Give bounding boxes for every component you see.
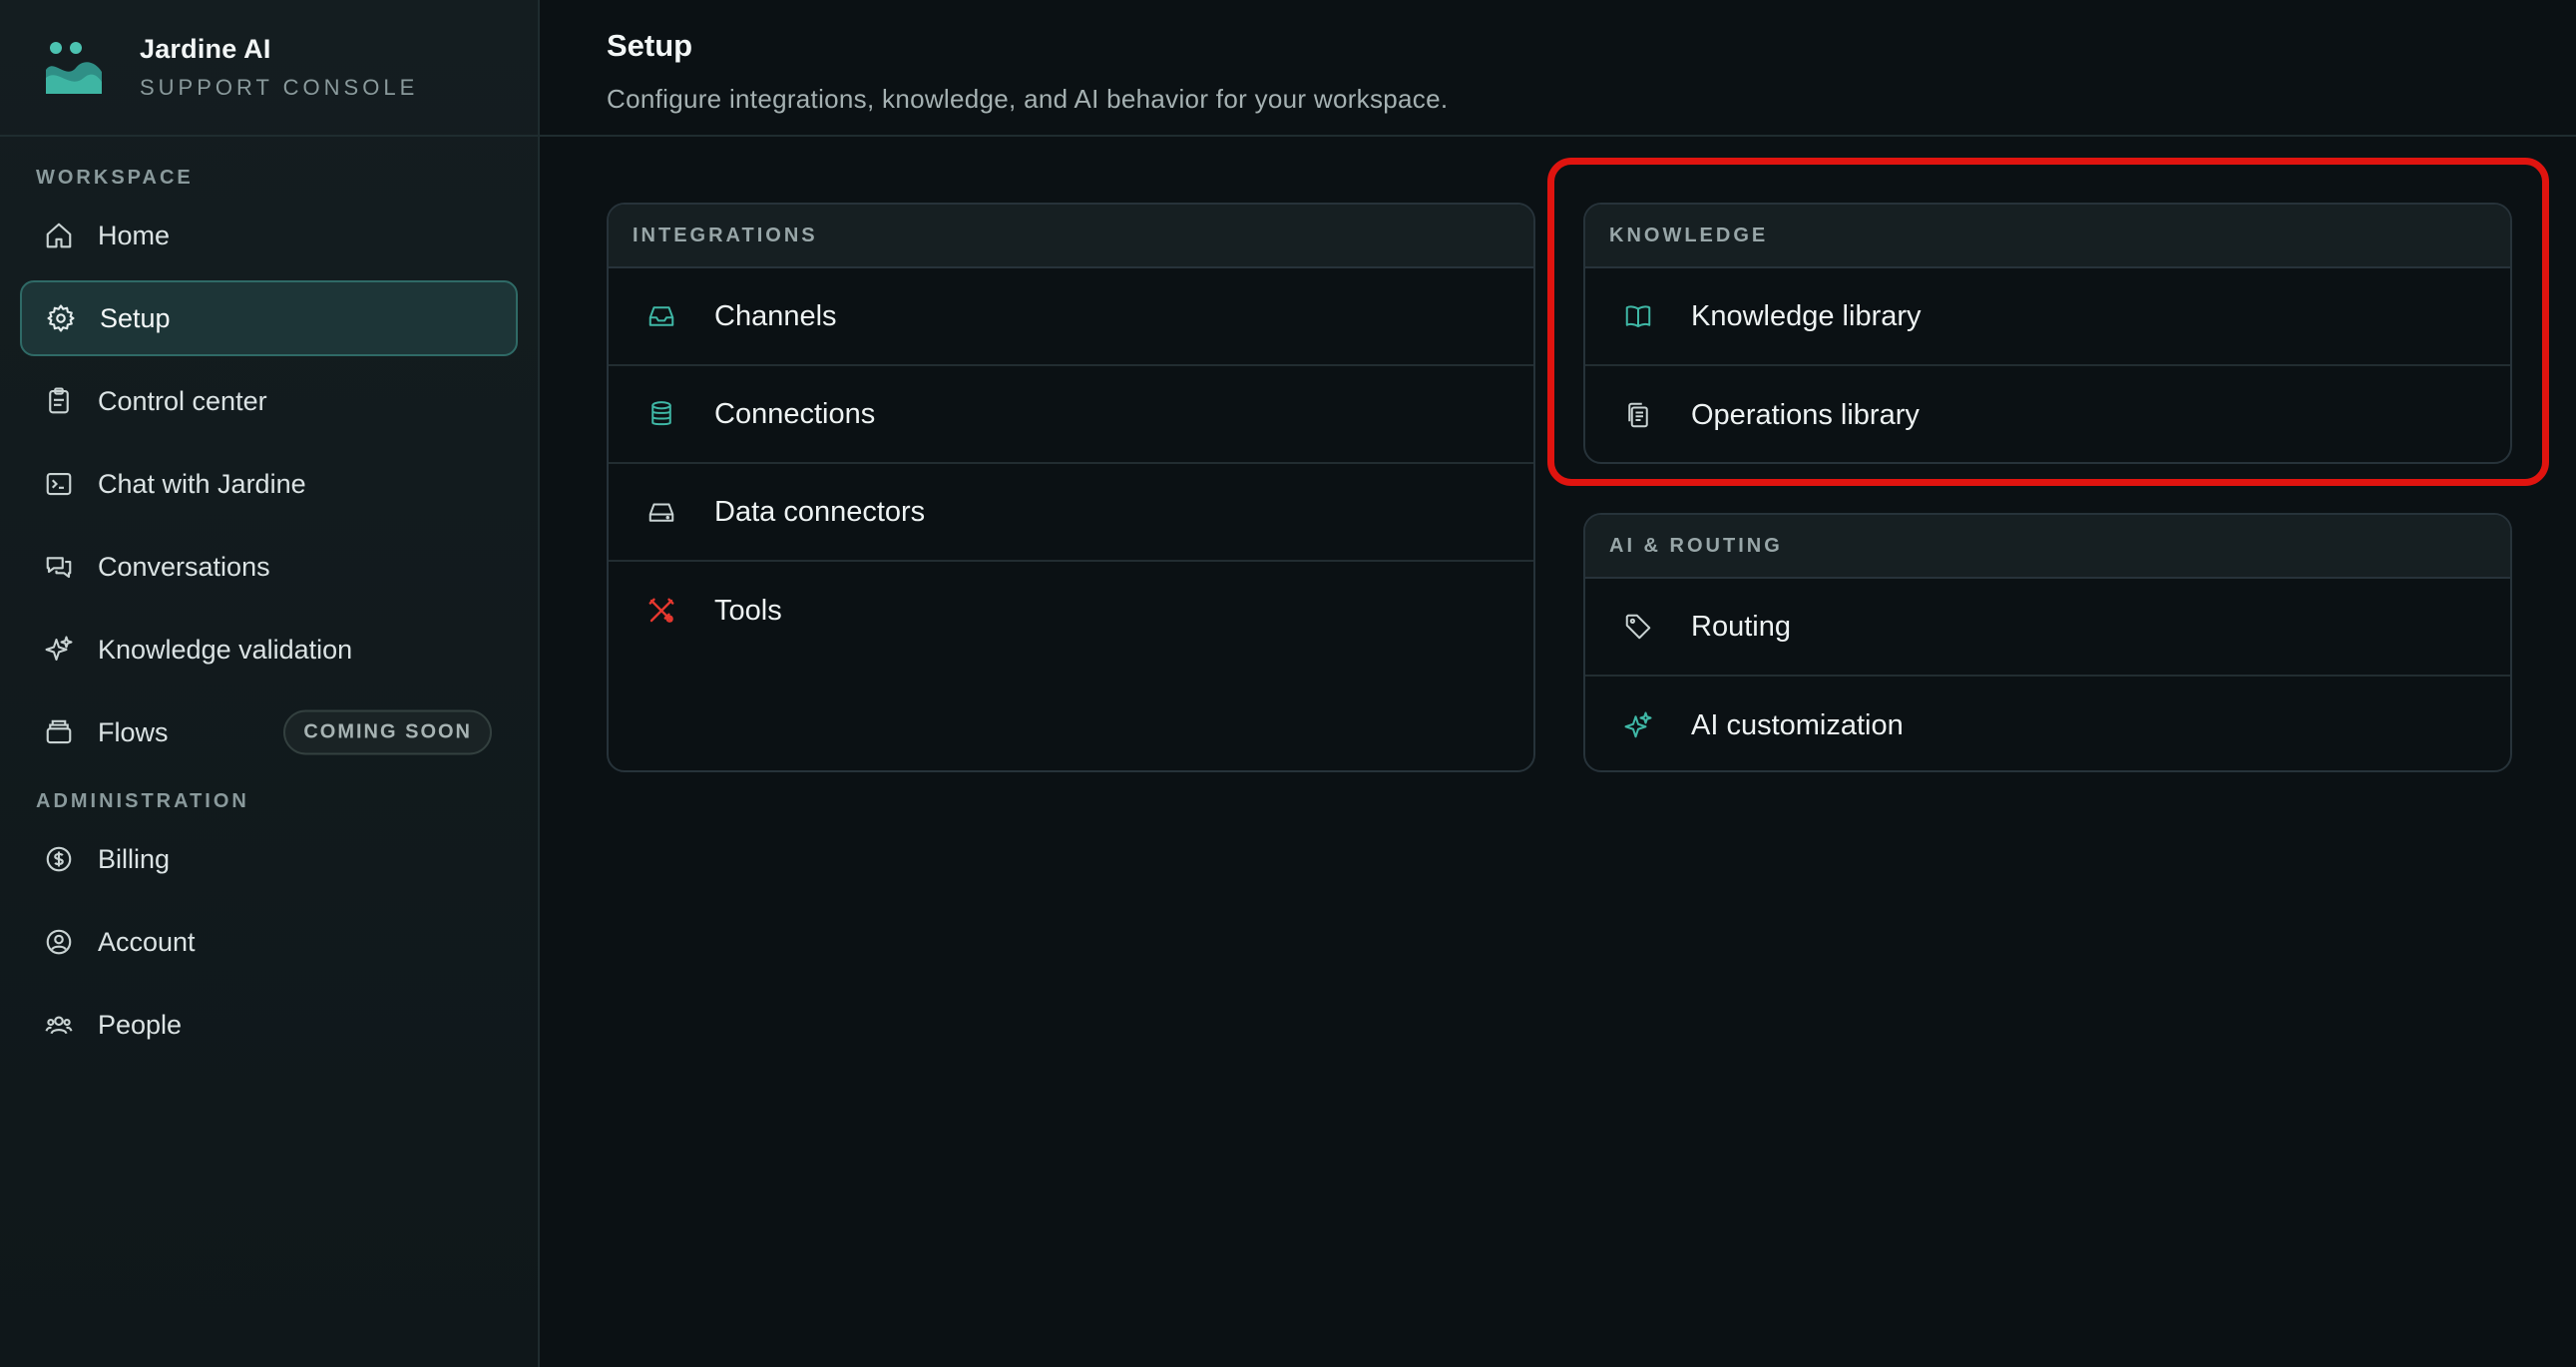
setup-item-label: Tools [714, 594, 782, 627]
setup-item-label: Connections [714, 397, 876, 430]
sidebar-item-account[interactable]: Account [20, 904, 518, 980]
integrations-card: INTEGRATIONS Channels Connections Data c… [607, 203, 1535, 772]
section-label-workspace: WORKSPACE [36, 167, 194, 189]
sidebar-item-label: People [98, 1009, 183, 1040]
chat-bubbles-icon [46, 557, 72, 579]
setup-item-routing[interactable]: Routing [1585, 579, 2510, 677]
page-title: Setup [607, 28, 693, 63]
tools-icon [648, 598, 674, 623]
setup-item-data-connectors[interactable]: Data connectors [609, 464, 1533, 562]
dollar-circle-icon [46, 846, 72, 872]
sidebar-item-label: Home [98, 220, 171, 250]
administration-nav: Billing Account People [0, 821, 538, 1063]
sidebar-item-control-center[interactable]: Control center [20, 363, 518, 439]
card-title: INTEGRATIONS [609, 205, 1533, 268]
gear-icon [47, 304, 75, 332]
inbox-icon [648, 306, 674, 326]
user-circle-icon [46, 929, 72, 955]
card-title: KNOWLEDGE [1585, 205, 2510, 268]
sidebar-item-home[interactable]: Home [20, 198, 518, 273]
brand-subtitle: SUPPORT CONSOLE [140, 75, 419, 100]
workspace-nav: Home Setup Control center Chat with Jard… [0, 198, 538, 770]
tag-icon [1625, 614, 1651, 640]
book-open-icon [1625, 305, 1651, 327]
setup-item-knowledge-library[interactable]: Knowledge library [1585, 268, 2510, 366]
card-title: AI & ROUTING [1585, 515, 2510, 579]
setup-item-label: Routing [1691, 610, 1791, 643]
ai-routing-card: AI & ROUTING Routing AI customization [1583, 513, 2512, 772]
hard-drive-icon [648, 503, 674, 522]
home-icon [46, 223, 72, 248]
brand-logo-icon [46, 41, 102, 94]
setup-item-ai-customization[interactable]: AI customization [1585, 677, 2510, 770]
setup-item-tools[interactable]: Tools [609, 562, 1533, 660]
section-label-administration: ADMINISTRATION [36, 790, 249, 812]
documents-icon [1628, 402, 1648, 428]
database-icon [651, 401, 671, 426]
setup-item-operations-library[interactable]: Operations library [1585, 366, 2510, 462]
setup-item-label: Knowledge library [1691, 299, 1922, 332]
stack-icon [46, 719, 72, 744]
sparkle-icon [45, 636, 73, 661]
sidebar-item-flows[interactable]: Flows COMING SOON [20, 694, 518, 770]
sidebar-item-label: Account [98, 926, 196, 957]
sidebar-item-label: Control center [98, 385, 267, 416]
users-icon [45, 1016, 73, 1035]
sidebar-item-label: Flows [98, 716, 169, 747]
setup-item-label: Data connectors [714, 495, 926, 528]
clipboard-icon [49, 387, 69, 414]
setup-item-connections[interactable]: Connections [609, 366, 1533, 464]
sidebar-item-billing[interactable]: Billing [20, 821, 518, 897]
sidebar-item-knowledge-validation[interactable]: Knowledge validation [20, 612, 518, 687]
sidebar-item-chat-with-jardine[interactable]: Chat with Jardine [20, 446, 518, 522]
page-subtitle: Configure integrations, knowledge, and A… [607, 84, 1449, 114]
sidebar-item-label: Conversations [98, 551, 270, 582]
knowledge-card: KNOWLEDGE Knowledge library Operations l… [1583, 203, 2512, 464]
sidebar-item-label: Setup [100, 302, 171, 333]
brand: Jardine AI SUPPORT CONSOLE [0, 0, 538, 137]
page-header: Setup Configure integrations, knowledge,… [540, 0, 2576, 137]
terminal-icon [46, 472, 72, 496]
setup-item-label: Operations library [1691, 398, 1920, 431]
sidebar-item-setup[interactable]: Setup [20, 280, 518, 356]
setup-item-channels[interactable]: Channels [609, 268, 1533, 366]
sidebar-item-people[interactable]: People [20, 987, 518, 1063]
sidebar-item-conversations[interactable]: Conversations [20, 529, 518, 605]
brand-name: Jardine AI [140, 34, 271, 64]
setup-item-label: Channels [714, 299, 837, 332]
coming-soon-badge: COMING SOON [283, 709, 492, 755]
sidebar-item-label: Billing [98, 843, 171, 874]
sidebar: Jardine AI SUPPORT CONSOLE WORKSPACE Hom… [0, 0, 540, 1367]
sparkles-icon [1624, 711, 1652, 738]
sidebar-item-label: Chat with Jardine [98, 468, 306, 499]
setup-item-label: AI customization [1691, 708, 1904, 741]
sidebar-item-label: Knowledge validation [98, 634, 353, 665]
